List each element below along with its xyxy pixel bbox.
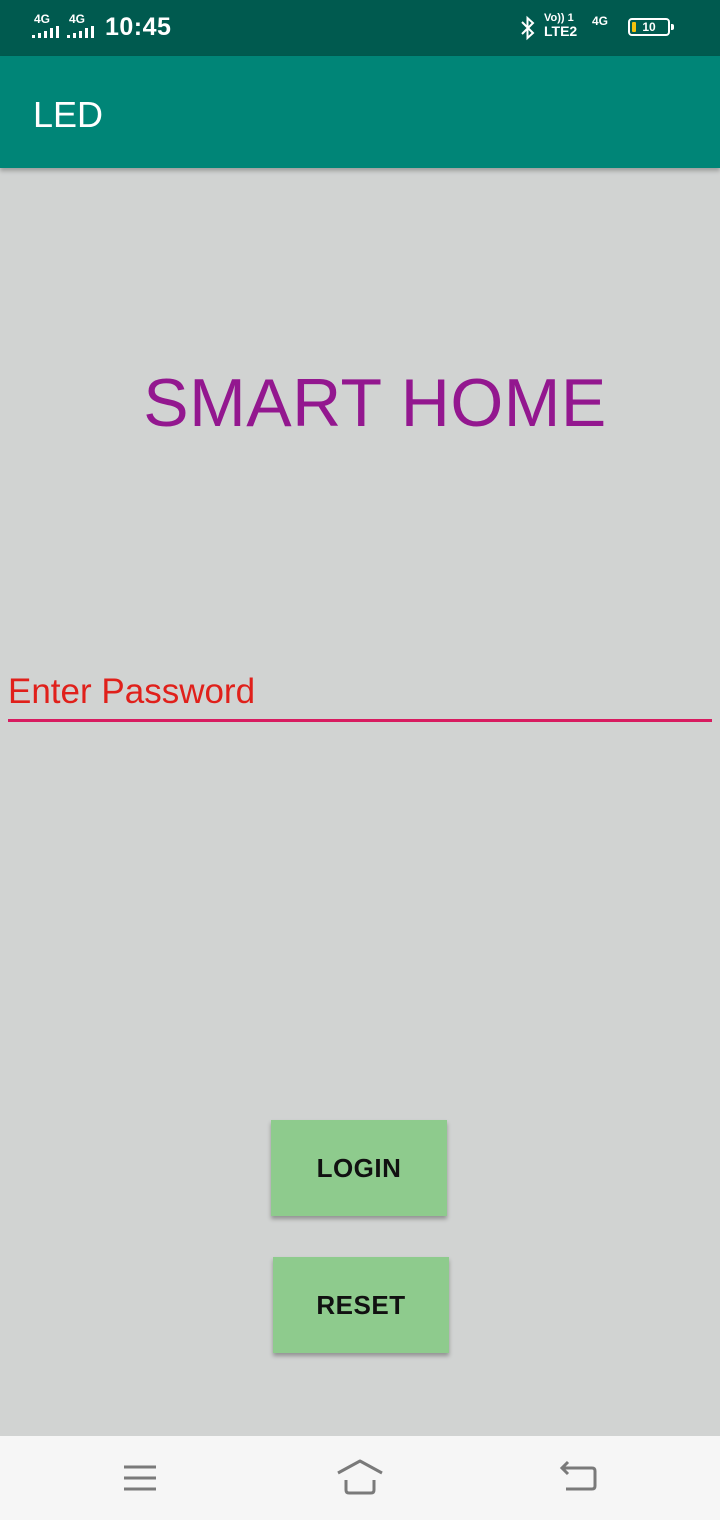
volte-indicator: Vo)) 1 LTE2: [544, 12, 588, 38]
network-type-label: 4G: [592, 14, 609, 28]
password-input[interactable]: [8, 664, 712, 722]
app-bar: LED: [0, 56, 720, 168]
sim1-signal-icon: 4G: [32, 12, 62, 40]
login-button[interactable]: LOGIN: [271, 1120, 447, 1216]
bluetooth-icon: [521, 15, 535, 41]
main-content: SMART HOME LOGIN RESET: [0, 168, 720, 1436]
menu-icon[interactable]: [116, 1456, 164, 1500]
navigation-bar: [0, 1436, 720, 1520]
sim1-network-label: 4G: [34, 12, 51, 26]
reset-button[interactable]: RESET: [273, 1257, 449, 1353]
status-time: 10:45: [105, 13, 172, 41]
smart-home-headline: SMART HOME: [143, 365, 607, 441]
sim2-network-label: 4G: [69, 12, 86, 26]
battery-level: 10: [642, 20, 656, 34]
status-bar: 4G 4G 10:45 Vo)) 1 LTE2 4G 10: [0, 0, 720, 56]
volte-bottom-label: LTE2: [544, 23, 578, 39]
home-icon[interactable]: [336, 1456, 384, 1500]
sim2-signal-icon: 4G: [67, 12, 97, 40]
app-title: LED: [33, 94, 104, 135]
back-icon[interactable]: [554, 1456, 602, 1500]
battery-icon: 10: [628, 18, 674, 36]
